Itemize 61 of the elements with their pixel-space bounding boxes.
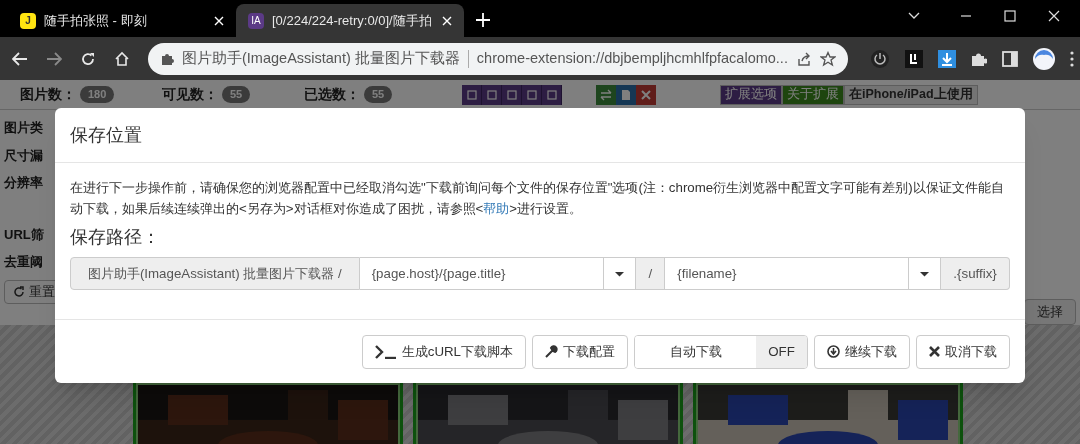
caret-down-icon[interactable] xyxy=(908,257,942,290)
close-icon xyxy=(929,346,940,357)
star-icon[interactable] xyxy=(819,50,836,67)
puzzle-icon xyxy=(160,51,174,66)
tab-favicon: J xyxy=(20,12,36,29)
refresh-icon xyxy=(13,285,25,298)
browser-tab[interactable]: IA [0/224/224-retry:0/0]/随手拍 xyxy=(236,4,464,37)
path-separator: / xyxy=(636,257,665,290)
filter-label: 去重阈 xyxy=(4,253,44,271)
maximize-icon[interactable] xyxy=(1004,10,1016,22)
filter-label: URL筛 xyxy=(4,225,45,244)
filename-field[interactable]: {filename} xyxy=(664,257,909,290)
count-badge: 55 xyxy=(364,86,393,103)
caret-down-icon[interactable] xyxy=(603,257,637,290)
back-arrow-icon[interactable] xyxy=(12,51,28,66)
download-icon[interactable] xyxy=(937,49,956,68)
link-button[interactable]: 在iPhone/iPad上使用 xyxy=(844,84,978,105)
address-bar[interactable]: 图片助手(ImageAssistant) 批量图片下载器 chrome-extension://dbjbempljhcmhlfpfacalomo... xyxy=(148,42,848,75)
auto-download-toggle[interactable]: 自动下载 OFF xyxy=(634,334,808,369)
chevron-down-icon[interactable] xyxy=(908,12,920,20)
home-icon[interactable] xyxy=(114,50,130,67)
share-icon[interactable] xyxy=(795,50,812,67)
terminal-icon xyxy=(374,344,397,359)
stat-label: 可见数： xyxy=(162,85,218,104)
sidebar-icon[interactable] xyxy=(1001,50,1018,67)
new-tab-icon[interactable] xyxy=(476,13,490,27)
filter-label: 尺寸漏 xyxy=(4,146,44,165)
count-badge: 180 xyxy=(80,86,115,103)
tab-favicon: IA xyxy=(248,12,264,29)
filter-label: 图片类 xyxy=(4,119,44,137)
notice-text: 在进行下一步操作前，请确保您的浏览器配置中已经取消勾选"下载前询问每个文件的保存位置"选项(注：chrome衍生浏览器中配置文字可能有差别)以保证文件能自动下载，如果后续连续弹出的<另存为>对话框对你造成了困扰，请参照<帮助>进行设置。 xyxy=(70,179,1005,218)
menu-icon[interactable] xyxy=(1069,50,1074,67)
url-text: chrome-extension://dbjbempljhcmhlfpfacalomo... xyxy=(476,48,788,68)
reload-icon[interactable] xyxy=(80,50,96,67)
power-icon[interactable] xyxy=(869,48,890,69)
swap-icon[interactable] xyxy=(596,84,616,105)
section-heading: 保存路径： xyxy=(70,226,161,249)
close-icon[interactable] xyxy=(1048,10,1060,22)
cancel-button[interactable]: 取消下载 xyxy=(916,334,1010,369)
file-icon[interactable] xyxy=(616,84,636,105)
avatar-icon[interactable] xyxy=(1032,47,1055,70)
wrench-icon xyxy=(545,345,558,358)
continue-button[interactable]: 继续下载 xyxy=(814,334,910,369)
stat-label: 已选数： xyxy=(304,85,360,104)
count-badge: 55 xyxy=(222,86,251,103)
curl-button[interactable]: 生成cURL下载脚本 xyxy=(361,334,526,369)
tab-title: [0/224/224-retry:0/0]/随手拍 xyxy=(272,11,433,30)
download-icon xyxy=(827,345,840,358)
config-button[interactable]: 下载配置 xyxy=(532,334,628,369)
site-name: 图片助手(ImageAssistant) 批量图片下载器 xyxy=(182,48,460,68)
folder-field[interactable]: {page.host}/{page.title} xyxy=(359,257,604,290)
stat-label: 图片数： xyxy=(20,85,76,104)
tab-title: 随手拍张照 - 即刻 xyxy=(44,11,148,30)
dialog-title: 保存位置 xyxy=(70,123,142,147)
help-link[interactable]: 帮助 xyxy=(483,201,510,216)
suffix-label: .{suffix} xyxy=(941,257,1010,290)
link-button[interactable]: 扩展选项 xyxy=(720,84,782,105)
extension-icon[interactable] xyxy=(904,49,923,68)
path-prefix: 图片助手(ImageAssistant) 批量图片下载器 / xyxy=(70,257,360,290)
select-button[interactable]: 选择 xyxy=(1024,299,1076,325)
filter-label: 分辨率 xyxy=(4,174,44,192)
